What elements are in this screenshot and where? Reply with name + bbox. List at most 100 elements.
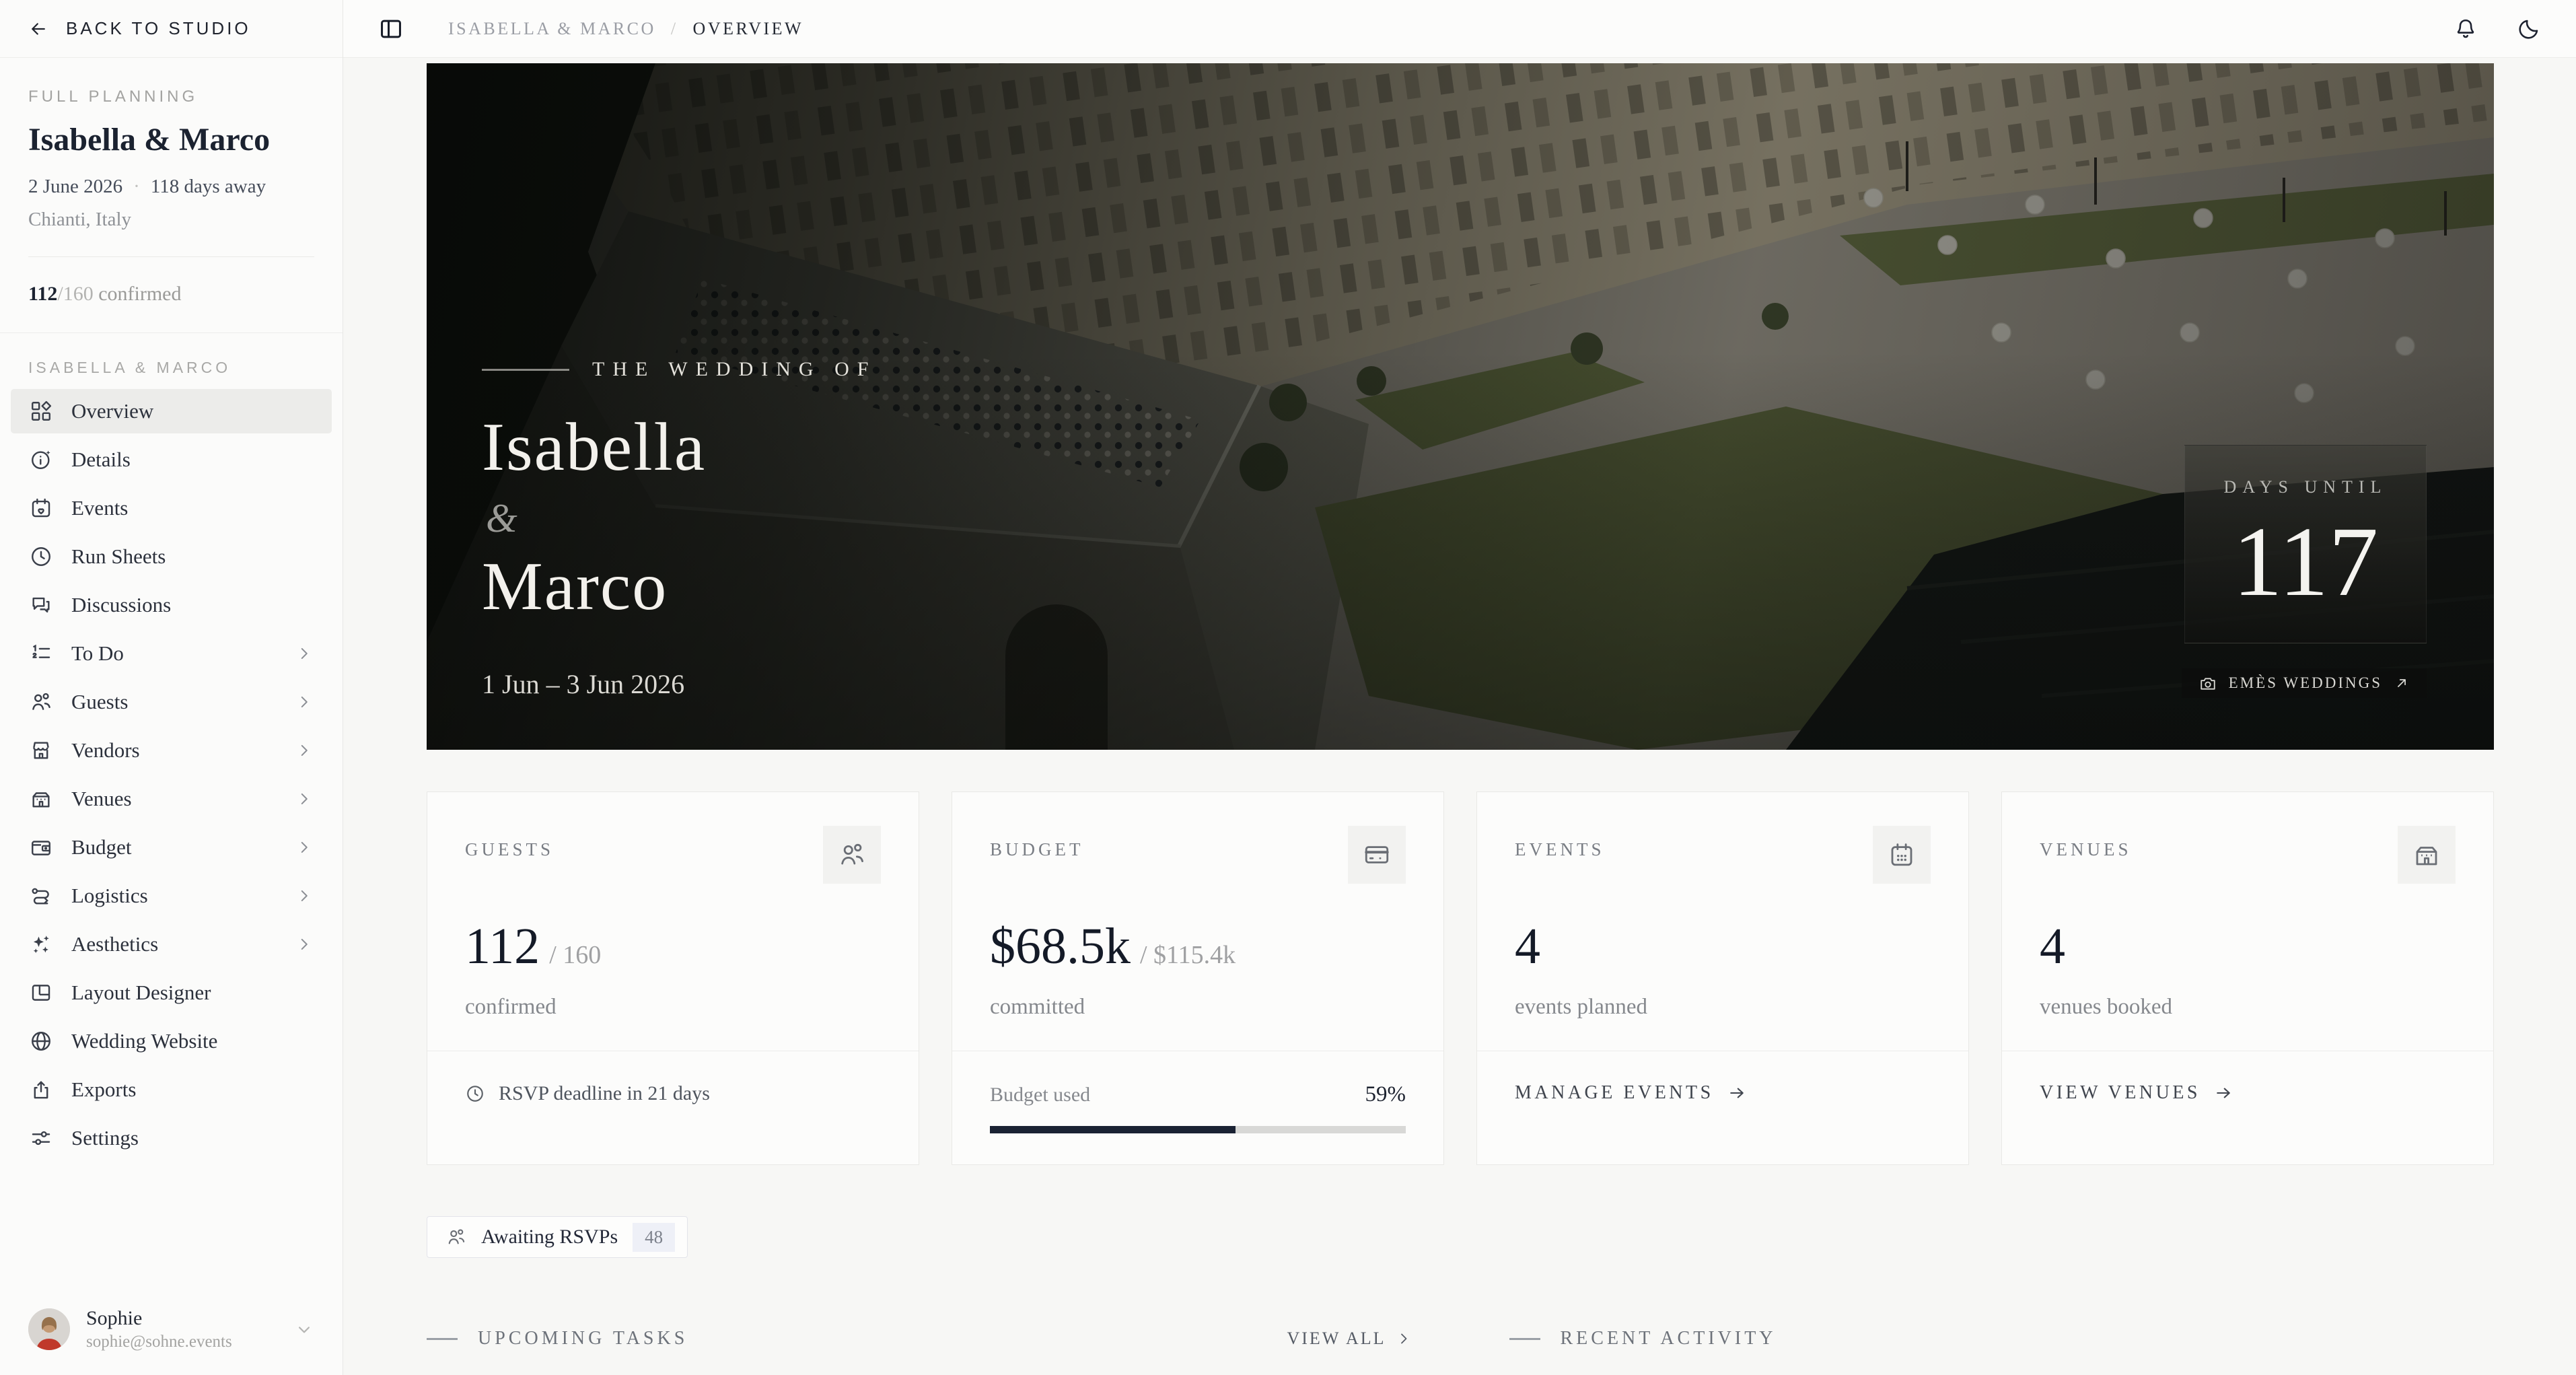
eyebrow-rule (482, 369, 569, 371)
guests-card: GUESTS 112 / 160 confirmed RSVP deadli (427, 791, 919, 1165)
credit-card-icon (1348, 826, 1406, 884)
recent-activity-header: RECENT ACTIVITY (1561, 1328, 1777, 1349)
building-icon (30, 787, 52, 810)
sidebar-item-label: Venues (71, 787, 132, 811)
events-value: 4 (1515, 917, 1540, 976)
events-sub: events planned (1515, 995, 1931, 1020)
sidebar-spacer (0, 1164, 343, 1283)
hero-banner: THE WEDDING OF Isabella & Marco 1 Jun – … (427, 63, 2494, 750)
clock-icon (30, 545, 52, 568)
hero-title-block: THE WEDDING OF Isabella & Marco 1 Jun – … (482, 358, 876, 700)
sidebar-item-guests[interactable]: Guests (11, 680, 332, 724)
grid-icon (30, 400, 52, 423)
people-icon (446, 1227, 466, 1247)
sidebar-item-budget[interactable]: Budget (11, 825, 332, 870)
chat-bubbles-icon (30, 594, 52, 616)
days-away: 118 days away (151, 176, 266, 198)
sidebar-item-label: Budget (71, 835, 132, 859)
view-venues-label: VIEW VENUES (2040, 1082, 2201, 1104)
awaiting-rsvps-count: 48 (633, 1223, 675, 1252)
venues-value: 4 (2040, 917, 2065, 976)
sidebar-item-label: Vendors (71, 738, 140, 763)
camera-icon (2199, 674, 2217, 692)
storefront-icon (30, 739, 52, 762)
manage-events-link[interactable]: MANAGE EVENTS (1515, 1082, 1931, 1104)
chip-row: Awaiting RSVPs 48 (427, 1216, 2494, 1258)
wedding-date: 2 June 2026 (28, 176, 122, 198)
sidebar-item-details[interactable]: Details (11, 437, 332, 482)
breadcrumb-parent[interactable]: ISABELLA & MARCO (448, 19, 656, 39)
back-to-studio-button[interactable]: BACK TO STUDIO (0, 0, 343, 58)
wedding-planner-app: { "colors": { "accent": "#1a2233", "page… (0, 0, 2576, 1375)
hero-date-range: 1 Jun – 3 Jun 2026 (482, 668, 876, 700)
plan-type-label: FULL PLANNING (28, 87, 314, 106)
breadcrumb: ISABELLA & MARCO / OVERVIEW (448, 19, 803, 39)
manage-events-label: MANAGE EVENTS (1515, 1082, 1714, 1104)
sidebar-item-exports[interactable]: Exports (11, 1067, 332, 1112)
sidebar-item-wedding-website[interactable]: Wedding Website (11, 1019, 332, 1063)
chevron-right-icon (295, 742, 313, 759)
venues-sub: venues booked (2040, 995, 2456, 1020)
sparkles-icon (30, 933, 52, 956)
sidebar-item-label: Overview (71, 399, 153, 423)
sidebar-nav: Overview Details Events Run Sheets Discu… (0, 389, 343, 1164)
sidebar-item-settings[interactable]: Settings (11, 1116, 332, 1160)
sidebar-item-run-sheets[interactable]: Run Sheets (11, 534, 332, 579)
moon-icon[interactable] (2517, 17, 2541, 41)
events-card-label: EVENTS (1515, 839, 1605, 860)
stats-row: GUESTS 112 / 160 confirmed RSVP deadli (427, 791, 2494, 1165)
sidebar-item-aesthetics[interactable]: Aesthetics (11, 922, 332, 966)
confirmed-total: /160 (57, 283, 93, 305)
guests-sub: confirmed (465, 995, 881, 1020)
back-to-studio-label: BACK TO STUDIO (66, 18, 251, 39)
guests-card-label: GUESTS (465, 839, 554, 860)
bottom-grid: UPCOMING TASKS VIEW ALL Finalise seating… (427, 1328, 2494, 1375)
sidebar-item-events[interactable]: Events (11, 486, 332, 530)
sidebar-item-vendors[interactable]: Vendors (11, 728, 332, 773)
sidebar-item-label: Details (71, 448, 131, 472)
sidebar-item-label: Wedding Website (71, 1029, 217, 1053)
sidebar-item-overview[interactable]: Overview (11, 389, 332, 433)
arrow-right-icon (1727, 1084, 1746, 1102)
budget-used-percent: 59% (1365, 1082, 1406, 1107)
view-venues-link[interactable]: VIEW VENUES (2040, 1082, 2456, 1104)
page-content: THE WEDDING OF Isabella & Marco 1 Jun – … (343, 58, 2576, 1375)
chevron-right-icon (295, 693, 313, 711)
guests-total: / 160 (549, 940, 601, 970)
export-icon (30, 1078, 52, 1101)
sidebar-toggle-icon[interactable] (378, 16, 404, 42)
photo-credit-link[interactable]: EMÈS WEDDINGS (2182, 668, 2427, 698)
breadcrumb-separator: / (671, 19, 678, 39)
sidebar-item-logistics[interactable]: Logistics (11, 874, 332, 918)
calendar-icon (1873, 826, 1931, 884)
sidebar-item-discussions[interactable]: Discussions (11, 583, 332, 627)
section-dash (1509, 1338, 1540, 1340)
confirmed-label: confirmed (94, 283, 182, 305)
upcoming-tasks-section: UPCOMING TASKS VIEW ALL Finalise seating… (427, 1328, 1412, 1375)
budget-value: $68.5k (990, 917, 1131, 976)
user-menu[interactable]: Sophie sophie@sohne.events (0, 1283, 343, 1375)
main-area: ISABELLA & MARCO / OVERVIEW (343, 0, 2576, 1375)
sidebar-item-label: To Do (71, 641, 124, 666)
sidebar-item-venues[interactable]: Venues (11, 777, 332, 821)
sidebar-item-label: Exports (71, 1078, 136, 1102)
venues-card-label: VENUES (2040, 839, 2132, 860)
sidebar-item-label: Aesthetics (71, 932, 158, 956)
sidebar-section-label: ISABELLA & MARCO (0, 333, 343, 389)
budget-card-label: BUDGET (990, 839, 1084, 860)
venues-card: VENUES 4 venues booked VIEW VENUES (2001, 791, 2494, 1165)
bell-icon[interactable] (2454, 17, 2478, 41)
section-dash (427, 1338, 458, 1340)
view-all-link[interactable]: VIEW ALL (1287, 1329, 1412, 1349)
numbered-list-icon (30, 642, 52, 665)
chevron-right-icon (295, 790, 313, 808)
confirmed-summary: 112/160 confirmed (28, 283, 314, 306)
separator-dot: · (133, 176, 140, 198)
chevron-right-icon (295, 839, 313, 856)
awaiting-rsvps-chip[interactable]: Awaiting RSVPs 48 (427, 1216, 688, 1258)
budget-total: / $115.4k (1140, 940, 1236, 970)
sidebar-item-to-do[interactable]: To Do (11, 631, 332, 676)
sidebar-item-label: Layout Designer (71, 981, 211, 1005)
clock-icon (465, 1084, 485, 1104)
sidebar-item-layout-designer[interactable]: Layout Designer (11, 971, 332, 1015)
